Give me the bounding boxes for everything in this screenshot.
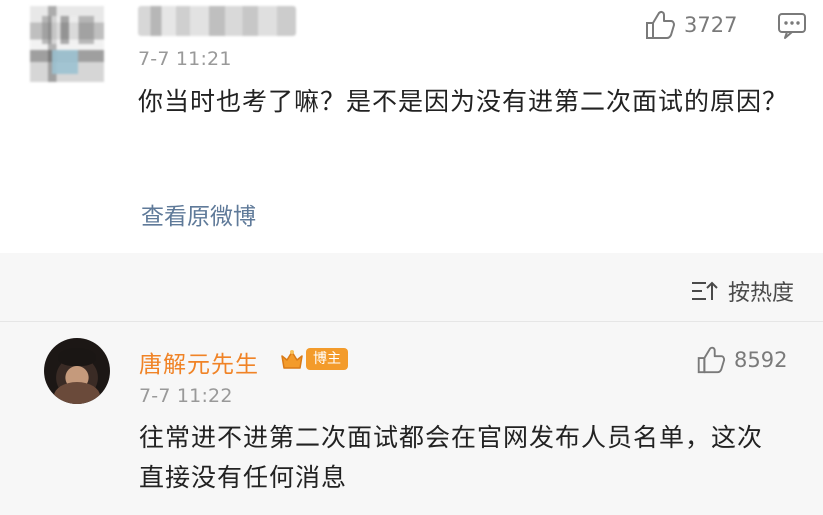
sort-button[interactable]: 按热度 bbox=[690, 275, 794, 307]
like-button[interactable]: 3727 bbox=[642, 8, 737, 42]
comment-text: 往常进不进第二次面试都会在官网发布人员名单，这次直接没有任何消息 bbox=[139, 423, 764, 492]
like-button[interactable]: 8592 bbox=[694, 344, 787, 376]
sort-icon bbox=[692, 281, 718, 300]
badge-label: 博主 bbox=[306, 348, 348, 370]
author-badge: 博主 bbox=[280, 346, 348, 372]
comment-text: 你当时也考了嘛？是不是因为没有进第二次面试的原因？ bbox=[138, 87, 789, 116]
sort-label: 按热度 bbox=[728, 281, 795, 306]
like-count: 8592 bbox=[734, 348, 788, 372]
comment-icon[interactable] bbox=[777, 12, 807, 40]
crown-icon bbox=[281, 350, 303, 369]
username-blurred[interactable] bbox=[138, 6, 296, 36]
like-count: 3727 bbox=[684, 13, 738, 37]
divider bbox=[0, 321, 823, 322]
avatar[interactable] bbox=[30, 6, 104, 82]
username[interactable]: 唐解元先生 bbox=[139, 345, 259, 379]
avatar[interactable] bbox=[44, 338, 110, 404]
thumbs-up-icon bbox=[646, 10, 675, 39]
comment-time: 7-7 11:22 bbox=[139, 385, 233, 407]
view-original-link[interactable]: 查看原微博 bbox=[141, 197, 256, 231]
comment-time: 7-7 11:21 bbox=[138, 48, 232, 70]
thumbs-up-icon bbox=[697, 346, 726, 374]
